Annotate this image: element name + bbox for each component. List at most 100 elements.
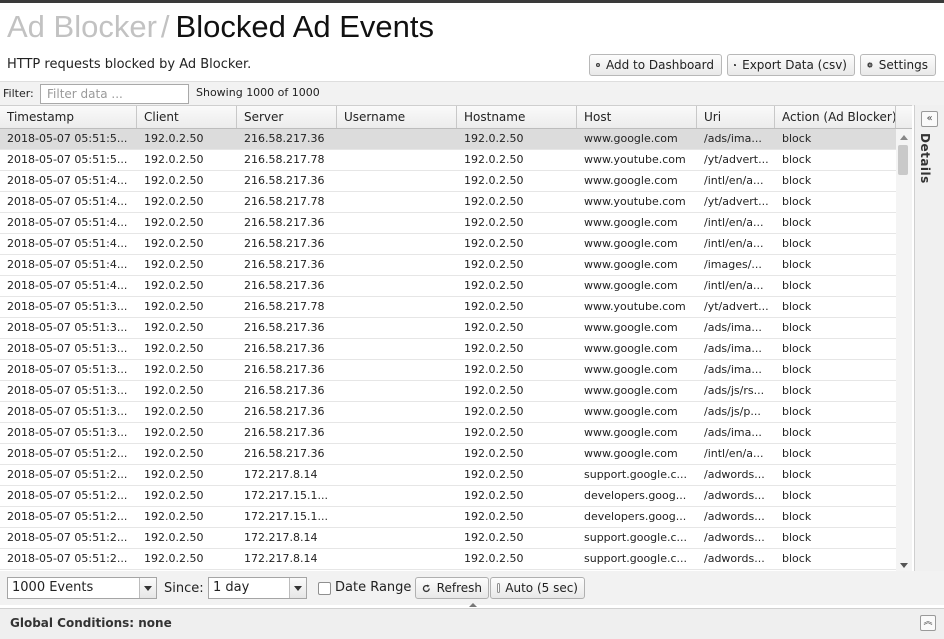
cell-host: www.google.com [584,279,678,292]
details-panel-label[interactable]: Details [918,133,932,184]
cell-client: 192.0.2.50 [144,384,204,397]
cell-username [337,213,457,233]
column-header-uri[interactable]: Uri [697,106,775,128]
cell-host: www.google.com [584,132,678,145]
settings-button[interactable]: Settings [860,54,936,76]
refresh-button[interactable]: Refresh [415,577,489,599]
cell-username [337,129,457,149]
table-row[interactable]: 2018-05-07 05:51:4... 192.0.2.50 216.58.… [0,171,896,192]
page-title: Blocked Ad Events [175,9,435,44]
table-row[interactable]: 2018-05-07 05:51:3... 192.0.2.50 216.58.… [0,381,896,402]
table-scrollbar[interactable] [896,129,912,571]
table-row[interactable]: 2018-05-07 05:51:3... 192.0.2.50 216.58.… [0,318,896,339]
cell-action: block [782,216,812,229]
table-row[interactable]: 2018-05-07 05:51:2... 192.0.2.50 172.217… [0,465,896,486]
cell-username [337,339,457,359]
since-value: 1 day [213,580,250,595]
since-select[interactable]: 1 day [208,577,307,599]
double-chevron-left-icon: « [926,113,933,124]
scroll-down-arrow-icon[interactable] [900,563,908,568]
cell-client: 192.0.2.50 [144,363,204,376]
cell-server: 216.58.217.36 [244,321,325,334]
refresh-label: Refresh [436,581,482,595]
export-data-label: Export Data (csv) [742,58,847,72]
cell-timestamp: 2018-05-07 05:51:4... [7,258,128,271]
table-row[interactable]: 2018-05-07 05:51:3... 192.0.2.50 216.58.… [0,402,896,423]
cell-client: 192.0.2.50 [144,531,204,544]
details-panel: « Details [914,105,944,571]
column-header-host[interactable]: Host [577,106,697,128]
table-row[interactable]: 2018-05-07 05:51:4... 192.0.2.50 216.58.… [0,234,896,255]
table-row[interactable]: 2018-05-07 05:51:4... 192.0.2.50 216.58.… [0,255,896,276]
table-row[interactable]: 2018-05-07 05:51:3... 192.0.2.50 216.58.… [0,339,896,360]
events-count-select[interactable]: 1000 Events [7,577,157,599]
table-row[interactable]: 2018-05-07 05:51:3... 192.0.2.50 216.58.… [0,423,896,444]
cell-timestamp: 2018-05-07 05:51:2... [7,552,128,565]
table-row[interactable]: 2018-05-07 05:51:2... 192.0.2.50 216.58.… [0,444,896,465]
table-row[interactable]: 2018-05-07 05:51:5... 192.0.2.50 216.58.… [0,150,896,171]
global-conditions-bar: Global Conditions: none ︽ [0,608,944,639]
cell-hostname: 192.0.2.50 [464,321,524,334]
add-to-dashboard-button[interactable]: Add to Dashboard [589,54,722,76]
filter-input[interactable] [40,84,189,104]
column-header-username[interactable]: Username [337,106,457,128]
cell-client: 192.0.2.50 [144,237,204,250]
cell-hostname: 192.0.2.50 [464,279,524,292]
column-header-action[interactable]: Action (Ad Blocker) [775,106,896,128]
table-row[interactable]: 2018-05-07 05:51:2... 192.0.2.50 172.217… [0,549,896,570]
column-header-timestamp[interactable]: Timestamp [0,106,137,128]
table-row[interactable]: 2018-05-07 05:51:4... 192.0.2.50 216.58.… [0,276,896,297]
table-row[interactable]: 2018-05-07 05:51:2... 192.0.2.50 172.217… [0,528,896,549]
cell-server: 216.58.217.78 [244,153,325,166]
cell-host: www.google.com [584,258,678,271]
table-row[interactable]: 2018-05-07 05:51:3... 192.0.2.50 216.58.… [0,297,896,318]
cell-host: support.google.c... [584,552,688,565]
scroll-up-arrow-icon[interactable] [900,135,908,140]
column-header-server[interactable]: Server [237,106,337,128]
cell-host: www.google.com [584,447,678,460]
cell-hostname: 192.0.2.50 [464,342,524,355]
cell-action: block [782,384,812,397]
table-row[interactable]: 2018-05-07 05:51:2... 192.0.2.50 172.217… [0,507,896,528]
cell-uri: /ads/ima... [704,426,762,439]
cell-action: block [782,258,812,271]
date-range-checkbox[interactable] [318,582,331,595]
auto-refresh-checkbox[interactable] [497,583,501,593]
column-header-hostname[interactable]: Hostname [457,106,577,128]
cell-server: 216.58.217.36 [244,174,325,187]
breadcrumb-ad-blocker[interactable]: Ad Blocker [7,9,157,44]
table-row[interactable]: 2018-05-07 05:51:4... 192.0.2.50 216.58.… [0,192,896,213]
refresh-icon [422,584,430,592]
cell-timestamp: 2018-05-07 05:51:3... [7,405,128,418]
cell-server: 172.217.15.1... [244,489,328,502]
cell-server: 172.217.8.14 [244,531,318,544]
cell-action: block [782,489,812,502]
cell-action: block [782,342,812,355]
cell-host: support.google.c... [584,531,688,544]
cell-hostname: 192.0.2.50 [464,468,524,481]
table-row[interactable]: 2018-05-07 05:51:5... 192.0.2.50 216.58.… [0,129,896,150]
table-row[interactable]: 2018-05-07 05:51:2... 192.0.2.50 172.217… [0,486,896,507]
auto-refresh-toggle[interactable]: Auto (5 sec) [490,577,585,599]
table-row[interactable]: 2018-05-07 05:51:4... 192.0.2.50 216.58.… [0,213,896,234]
cell-hostname: 192.0.2.50 [464,489,524,502]
cell-uri: /yt/advert... [704,300,769,313]
export-data-button[interactable]: Export Data (csv) [727,54,855,76]
cell-timestamp: 2018-05-07 05:51:3... [7,342,128,355]
cell-username [337,234,457,254]
column-header-client[interactable]: Client [137,106,237,128]
cell-action: block [782,447,812,460]
global-conditions-toggle-button[interactable]: ︽ [920,615,936,631]
cell-server: 216.58.217.36 [244,132,325,145]
cell-uri: /intl/en/a... [704,216,764,229]
details-toggle-button[interactable]: « [921,111,938,127]
cell-server: 172.217.8.14 [244,468,318,481]
cell-uri: /yt/advert... [704,153,769,166]
cell-username [337,423,457,443]
cell-host: www.google.com [584,321,678,334]
cell-timestamp: 2018-05-07 05:51:4... [7,174,128,187]
table-row[interactable]: 2018-05-07 05:51:3... 192.0.2.50 216.58.… [0,360,896,381]
cell-timestamp: 2018-05-07 05:51:2... [7,510,128,523]
scrollbar-thumb[interactable] [898,145,908,175]
cell-timestamp: 2018-05-07 05:51:5... [7,153,128,166]
